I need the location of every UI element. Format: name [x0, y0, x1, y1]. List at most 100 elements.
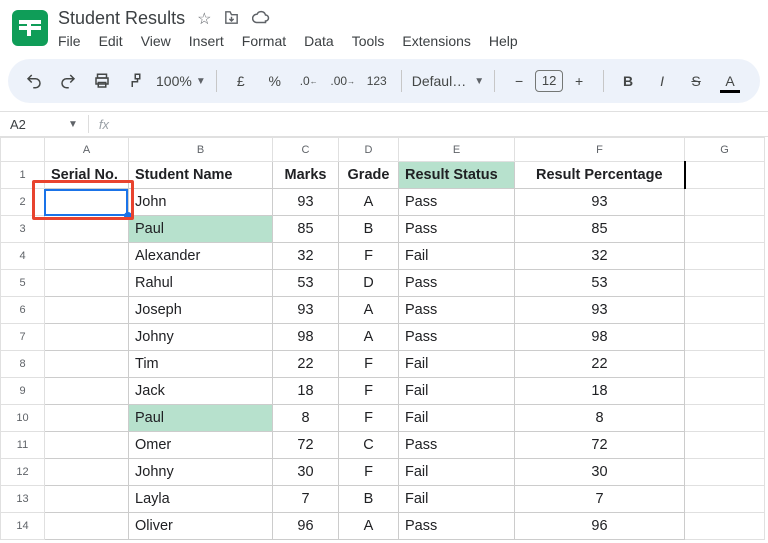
cell-B8[interactable]: Tim	[129, 351, 273, 378]
row-header-3[interactable]: 3	[1, 216, 45, 243]
cell-C8[interactable]: 22	[273, 351, 339, 378]
cell-D2[interactable]: A	[339, 189, 399, 216]
cell-B1[interactable]: Student Name	[129, 162, 273, 189]
cell-G4[interactable]	[685, 243, 765, 270]
cell-A14[interactable]	[45, 513, 129, 540]
cell-E14[interactable]: Pass	[399, 513, 515, 540]
cell-E11[interactable]: Pass	[399, 432, 515, 459]
cell-C12[interactable]: 30	[273, 459, 339, 486]
cell-G11[interactable]	[685, 432, 765, 459]
row-header-5[interactable]: 5	[1, 270, 45, 297]
menu-view[interactable]: View	[141, 33, 171, 49]
cell-E8[interactable]: Fail	[399, 351, 515, 378]
cell-G6[interactable]	[685, 297, 765, 324]
cell-B13[interactable]: Layla	[129, 486, 273, 513]
cell-E9[interactable]: Fail	[399, 378, 515, 405]
name-box-dropdown[interactable]: ▼	[58, 119, 88, 130]
cell-E4[interactable]: Fail	[399, 243, 515, 270]
cell-D14[interactable]: A	[339, 513, 399, 540]
cell-F2[interactable]: 93	[515, 189, 685, 216]
row-header-4[interactable]: 4	[1, 243, 45, 270]
cell-B7[interactable]: Johny	[129, 324, 273, 351]
cell-F6[interactable]: 93	[515, 297, 685, 324]
print-button[interactable]	[88, 67, 116, 95]
cell-C14[interactable]: 96	[273, 513, 339, 540]
cell-F4[interactable]: 32	[515, 243, 685, 270]
cell-A11[interactable]	[45, 432, 129, 459]
cell-G3[interactable]	[685, 216, 765, 243]
col-header-C[interactable]: C	[273, 138, 339, 162]
cell-B9[interactable]: Jack	[129, 378, 273, 405]
undo-button[interactable]	[20, 67, 48, 95]
cell-D12[interactable]: F	[339, 459, 399, 486]
cell-A5[interactable]	[45, 270, 129, 297]
doc-title[interactable]: Student Results	[58, 8, 185, 29]
paint-format-button[interactable]	[122, 67, 150, 95]
cell-C10[interactable]: 8	[273, 405, 339, 432]
cell-A10[interactable]	[45, 405, 129, 432]
name-box[interactable]: A2	[0, 117, 58, 132]
col-header-D[interactable]: D	[339, 138, 399, 162]
cell-E3[interactable]: Pass	[399, 216, 515, 243]
cell-F10[interactable]: 8	[515, 405, 685, 432]
cell-F1[interactable]: Result Percentage	[515, 162, 685, 189]
cell-D9[interactable]: F	[339, 378, 399, 405]
cell-B3[interactable]: Paul	[129, 216, 273, 243]
cell-D10[interactable]: F	[339, 405, 399, 432]
cell-C7[interactable]: 98	[273, 324, 339, 351]
row-header-13[interactable]: 13	[1, 486, 45, 513]
cell-D11[interactable]: C	[339, 432, 399, 459]
cell-D6[interactable]: A	[339, 297, 399, 324]
menu-help[interactable]: Help	[489, 33, 518, 49]
cell-E6[interactable]: Pass	[399, 297, 515, 324]
menu-format[interactable]: Format	[242, 33, 286, 49]
font-size-input[interactable]: 12	[535, 70, 563, 92]
cell-D1[interactable]: Grade	[339, 162, 399, 189]
cell-F8[interactable]: 22	[515, 351, 685, 378]
cell-G9[interactable]	[685, 378, 765, 405]
row-header-6[interactable]: 6	[1, 297, 45, 324]
cell-F13[interactable]: 7	[515, 486, 685, 513]
cell-E1[interactable]: Result Status	[399, 162, 515, 189]
cell-C5[interactable]: 53	[273, 270, 339, 297]
cell-A4[interactable]	[45, 243, 129, 270]
cell-C9[interactable]: 18	[273, 378, 339, 405]
cell-C1[interactable]: Marks	[273, 162, 339, 189]
cell-A7[interactable]	[45, 324, 129, 351]
cell-F5[interactable]: 53	[515, 270, 685, 297]
row-header-7[interactable]: 7	[1, 324, 45, 351]
cell-D8[interactable]: F	[339, 351, 399, 378]
decrease-font-button[interactable]: −	[505, 67, 533, 95]
cell-D3[interactable]: B	[339, 216, 399, 243]
row-header-1[interactable]: 1	[1, 162, 45, 189]
menu-tools[interactable]: Tools	[352, 33, 385, 49]
cell-F3[interactable]: 85	[515, 216, 685, 243]
col-header-E[interactable]: E	[399, 138, 515, 162]
menu-edit[interactable]: Edit	[99, 33, 123, 49]
cell-G14[interactable]	[685, 513, 765, 540]
cell-G2[interactable]	[685, 189, 765, 216]
text-color-button[interactable]: A	[716, 67, 744, 95]
cell-G1[interactable]	[685, 162, 765, 189]
cell-G12[interactable]	[685, 459, 765, 486]
cell-B14[interactable]: Oliver	[129, 513, 273, 540]
cell-E10[interactable]: Fail	[399, 405, 515, 432]
star-icon[interactable]: ☆	[197, 9, 211, 29]
move-icon[interactable]	[223, 9, 240, 29]
cell-B10[interactable]: Paul	[129, 405, 273, 432]
font-select[interactable]: Defaul…▼	[412, 73, 484, 89]
row-header-9[interactable]: 9	[1, 378, 45, 405]
cell-D4[interactable]: F	[339, 243, 399, 270]
col-header-G[interactable]: G	[685, 138, 765, 162]
cell-A1[interactable]: Serial No.	[45, 162, 129, 189]
cell-F7[interactable]: 98	[515, 324, 685, 351]
row-header-12[interactable]: 12	[1, 459, 45, 486]
cell-A9[interactable]	[45, 378, 129, 405]
row-header-14[interactable]: 14	[1, 513, 45, 540]
cell-B4[interactable]: Alexander	[129, 243, 273, 270]
cell-A8[interactable]	[45, 351, 129, 378]
sheets-logo[interactable]	[12, 10, 48, 46]
col-header-F[interactable]: F	[515, 138, 685, 162]
cell-F9[interactable]: 18	[515, 378, 685, 405]
cell-D13[interactable]: B	[339, 486, 399, 513]
